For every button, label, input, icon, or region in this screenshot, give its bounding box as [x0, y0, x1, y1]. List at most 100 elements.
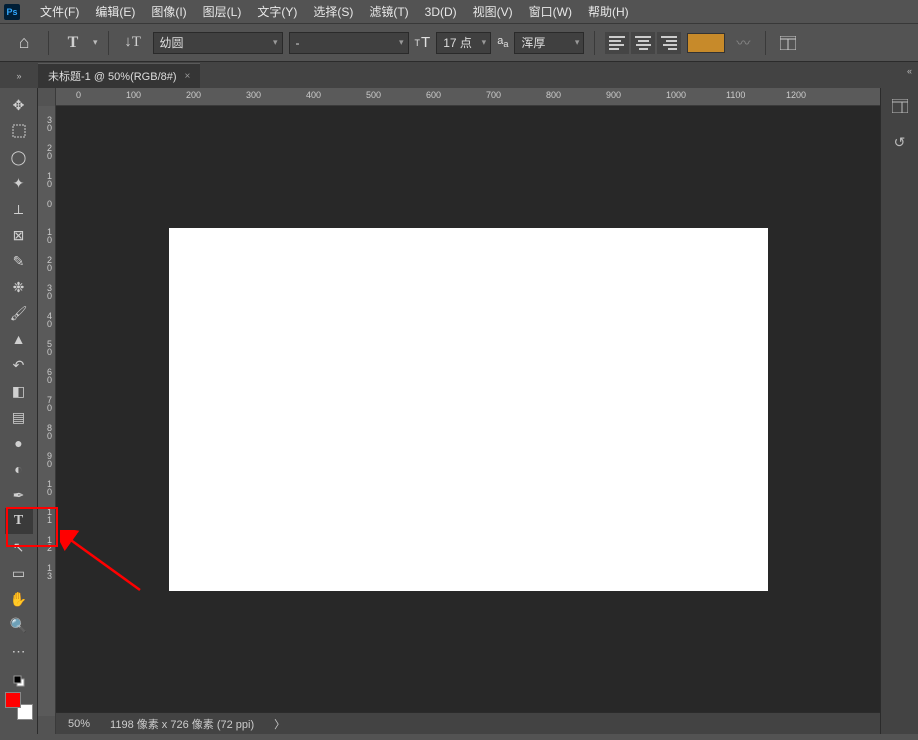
- document-tab-label: 未标题-1 @ 50%(RGB/8#): [48, 68, 177, 84]
- document-tab-bar: » 未标题-1 @ 50%(RGB/8#) × «: [0, 62, 918, 88]
- eyedropper-tool[interactable]: ✎: [5, 248, 33, 274]
- status-bar: 50% 1198 像素 x 726 像素 (72 ppi) 〉: [56, 712, 880, 734]
- align-center-button[interactable]: [631, 32, 655, 54]
- color-swatches[interactable]: [5, 692, 33, 720]
- menu-type[interactable]: 文字(Y): [249, 1, 305, 23]
- gradient-tool[interactable]: ▤: [5, 404, 33, 430]
- ruler-tick: 200: [186, 90, 201, 100]
- menu-edit[interactable]: 编辑(E): [87, 1, 143, 23]
- ruler-tick: 12: [40, 536, 52, 552]
- canvas-viewport[interactable]: [56, 106, 880, 712]
- ruler-tick: 10: [40, 480, 52, 496]
- antialias-dropdown[interactable]: 浑厚: [514, 32, 584, 54]
- menu-view[interactable]: 视图(V): [465, 1, 521, 23]
- document-dimensions: 1198 像素 x 726 像素 (72 ppi): [110, 716, 254, 732]
- ruler-tick: 1000: [666, 90, 686, 100]
- move-tool[interactable]: ✥: [5, 92, 33, 118]
- menu-file[interactable]: 文件(F): [32, 1, 87, 23]
- crop-tool[interactable]: ⟂: [5, 196, 33, 222]
- ruler-tick: 1100: [726, 90, 745, 100]
- font-family-dropdown[interactable]: 幼圆: [153, 32, 283, 54]
- ruler-tick: 600: [426, 90, 441, 100]
- character-panel-button[interactable]: [776, 32, 800, 54]
- dodge-tool[interactable]: ◐: [5, 456, 33, 482]
- brush-tool[interactable]: 🖌: [5, 300, 33, 326]
- status-more[interactable]: 〉: [274, 716, 285, 732]
- align-left-button[interactable]: [605, 32, 629, 54]
- marquee-tool[interactable]: [5, 118, 33, 144]
- toolbox: ✥ ◯ ✦ ⟂ ⊠ ✎ ❉ 🖌 ▲ ↶ ◧ ▤ ● ◐ ✒ T ↖ ▭ ✋ 🔍 …: [0, 88, 38, 734]
- quick-select-tool[interactable]: ✦: [5, 170, 33, 196]
- history-brush-tool[interactable]: ↶: [5, 352, 33, 378]
- active-tool-icon[interactable]: T: [59, 29, 87, 57]
- history-panel-icon[interactable]: ↺: [888, 130, 912, 154]
- expand-toolbox-button[interactable]: »: [0, 64, 38, 88]
- menu-bar: Ps 文件(F) 编辑(E) 图像(I) 图层(L) 文字(Y) 选择(S) 滤…: [0, 0, 918, 24]
- rectangle-tool[interactable]: ▭: [5, 560, 33, 586]
- close-tab-button[interactable]: ×: [185, 71, 191, 82]
- menu-layer[interactable]: 图层(L): [195, 1, 250, 23]
- ruler-tick: 30: [40, 284, 52, 300]
- path-select-tool[interactable]: ↖: [5, 534, 33, 560]
- stamp-tool[interactable]: ▲: [5, 326, 33, 352]
- ruler-tick: 10: [40, 228, 52, 244]
- menu-3d[interactable]: 3D(D): [417, 1, 465, 23]
- type-tool[interactable]: T: [5, 508, 33, 534]
- ruler-tick: 800: [546, 90, 561, 100]
- ruler-tick: 0: [40, 200, 52, 208]
- ruler-tick: 1200: [786, 90, 806, 100]
- default-colors-icon[interactable]: [5, 674, 33, 688]
- font-style-dropdown[interactable]: -: [289, 32, 409, 54]
- ruler-tick: 90: [40, 452, 52, 468]
- zoom-tool[interactable]: 🔍: [5, 612, 33, 638]
- horizontal-ruler: 0100200300400500600700800900100011001200: [56, 88, 880, 106]
- toolbox-more[interactable]: ⋯: [5, 638, 33, 664]
- home-button[interactable]: [10, 29, 38, 57]
- text-color-swatch[interactable]: [687, 33, 725, 53]
- ruler-tick: 10: [40, 172, 52, 188]
- divider: [594, 31, 595, 55]
- canvas-area: 0100200300400500600700800900100011001200…: [56, 88, 880, 734]
- antialias-icon: aa: [497, 35, 508, 49]
- lasso-tool[interactable]: ◯: [5, 144, 33, 170]
- app-logo: Ps: [4, 4, 20, 20]
- frame-tool[interactable]: ⊠: [5, 222, 33, 248]
- menu-filter[interactable]: 滤镜(T): [361, 1, 416, 23]
- warp-text-button[interactable]: 〰: [731, 32, 755, 54]
- ruler-tick: 300: [246, 90, 261, 100]
- align-right-button[interactable]: [657, 32, 681, 54]
- expand-panels-button[interactable]: «: [907, 66, 912, 76]
- canvas[interactable]: [169, 228, 768, 591]
- ruler-tick: 70: [40, 396, 52, 412]
- blur-tool[interactable]: ●: [5, 430, 33, 456]
- font-size-dropdown[interactable]: 17 点: [436, 32, 491, 54]
- tool-preset-dropdown-icon[interactable]: ▾: [93, 37, 98, 48]
- ruler-tick: 900: [606, 90, 621, 100]
- hand-tool[interactable]: ✋: [5, 586, 33, 612]
- main-workspace: ✥ ◯ ✦ ⟂ ⊠ ✎ ❉ 🖌 ▲ ↶ ◧ ▤ ● ◐ ✒ T ↖ ▭ ✋ 🔍 …: [0, 88, 918, 734]
- window-bottom-edge: [0, 734, 918, 740]
- divider: [48, 31, 49, 55]
- ruler-tick: 11: [40, 508, 52, 524]
- ruler-tick: 13: [40, 564, 52, 580]
- document-tab[interactable]: 未标题-1 @ 50%(RGB/8#) ×: [38, 63, 200, 88]
- foreground-color-swatch[interactable]: [5, 692, 21, 708]
- menu-help[interactable]: 帮助(H): [580, 1, 637, 23]
- ruler-tick: 30: [40, 116, 52, 132]
- menu-select[interactable]: 选择(S): [305, 1, 361, 23]
- vertical-ruler: 302010010203040506070809010111213: [38, 88, 56, 734]
- divider: [108, 31, 109, 55]
- zoom-level[interactable]: 50%: [68, 718, 90, 730]
- properties-panel-icon[interactable]: [888, 94, 912, 118]
- divider: [765, 31, 766, 55]
- ruler-tick: 40: [40, 312, 52, 328]
- heal-tool[interactable]: ❉: [5, 274, 33, 300]
- menu-window[interactable]: 窗口(W): [521, 1, 580, 23]
- menu-image[interactable]: 图像(I): [143, 1, 194, 23]
- text-align-group: [605, 32, 681, 54]
- ruler-tick: 700: [486, 90, 501, 100]
- text-orientation-button[interactable]: ↓T: [119, 29, 147, 57]
- font-size-icon: TT: [415, 34, 431, 51]
- pen-tool[interactable]: ✒: [5, 482, 33, 508]
- eraser-tool[interactable]: ◧: [5, 378, 33, 404]
